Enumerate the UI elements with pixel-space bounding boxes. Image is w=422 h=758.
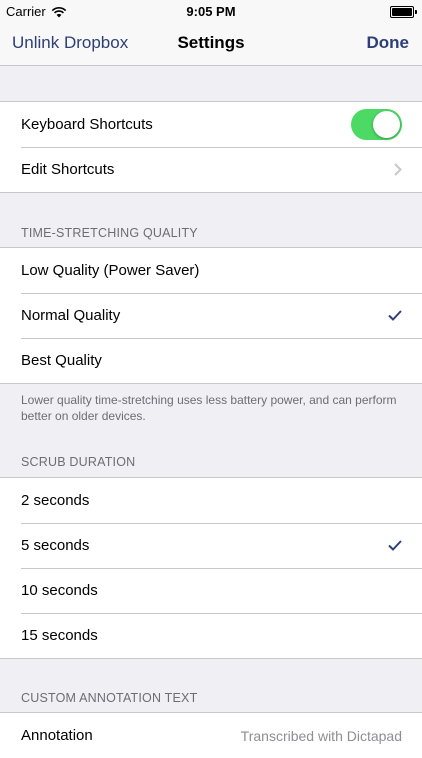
scrub-2-seconds-label: 2 seconds (21, 492, 90, 509)
best-quality-label: Best Quality (21, 352, 102, 369)
scrub-10-seconds-label: 10 seconds (21, 582, 98, 599)
scrub-5-seconds-row[interactable]: 5 seconds (0, 523, 422, 568)
checkmark-icon (388, 310, 402, 321)
normal-quality-row[interactable]: Normal Quality (0, 293, 422, 338)
time-stretching-section: Low Quality (Power Saver) Normal Quality… (0, 247, 422, 384)
status-time: 9:05 PM (186, 4, 236, 19)
keyboard-shortcuts-row: Keyboard Shortcuts (0, 102, 422, 147)
custom-annotation-header: CUSTOM ANNOTATION TEXT (21, 691, 198, 705)
done-button[interactable]: Done (367, 33, 410, 53)
navigation-bar: Unlink Dropbox Settings Done (0, 22, 422, 66)
scrub-15-seconds-label: 15 seconds (21, 627, 98, 644)
chevron-right-icon (394, 163, 402, 176)
scrub-2-seconds-row[interactable]: 2 seconds (0, 478, 422, 523)
page-title: Settings (177, 33, 245, 52)
checkmark-icon (388, 540, 402, 551)
edit-shortcuts-row[interactable]: Edit Shortcuts (0, 147, 422, 192)
scrub-10-seconds-row[interactable]: 10 seconds (0, 568, 422, 613)
scrub-15-seconds-row[interactable]: 15 seconds (0, 613, 422, 658)
scrub-5-seconds-label: 5 seconds (21, 537, 90, 554)
keyboard-shortcuts-label: Keyboard Shortcuts (21, 116, 153, 133)
custom-annotation-section: Annotation Transcribed with Dictapad (0, 712, 422, 758)
low-quality-label: Low Quality (Power Saver) (21, 262, 200, 279)
annotation-label: Annotation (21, 727, 93, 744)
low-quality-row[interactable]: Low Quality (Power Saver) (0, 248, 422, 293)
battery-icon (390, 6, 417, 18)
toggle-knob (373, 111, 400, 138)
time-stretching-footer: Lower quality time-stretching uses less … (21, 393, 397, 423)
annotation-value[interactable]: Transcribed with Dictapad (241, 728, 402, 744)
best-quality-row[interactable]: Best Quality (0, 338, 422, 383)
keyboard-shortcuts-toggle[interactable] (351, 109, 402, 140)
annotation-row[interactable]: Annotation Transcribed with Dictapad (0, 713, 422, 758)
general-section: Keyboard Shortcuts Edit Shortcuts (0, 101, 422, 193)
scrub-duration-section: 2 seconds 5 seconds 10 seconds 15 second… (0, 477, 422, 659)
scrub-duration-header: SCRUB DURATION (21, 455, 136, 469)
normal-quality-label: Normal Quality (21, 307, 121, 324)
status-bar: Carrier 9:05 PM (0, 0, 422, 22)
time-stretching-header: TIME-STRETCHING QUALITY (21, 226, 198, 240)
edit-shortcuts-label: Edit Shortcuts (21, 161, 115, 178)
